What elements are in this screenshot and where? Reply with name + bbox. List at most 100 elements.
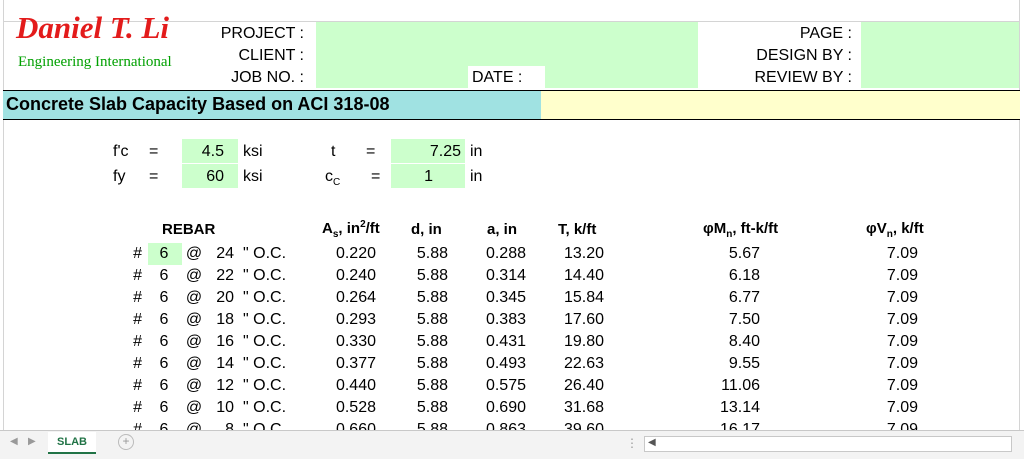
cell-a: 0.314 <box>485 267 526 284</box>
client-label: CLIENT : <box>238 47 305 64</box>
cell-at: @ <box>185 245 203 262</box>
scroll-right-icon[interactable]: ▶ <box>28 436 36 447</box>
project-client-field[interactable] <box>316 22 698 66</box>
cell-vn: 7.09 <box>886 245 918 262</box>
cell-at: @ <box>185 377 203 394</box>
cell-oc: " O.C. <box>243 399 287 416</box>
cell-spacing: 12 <box>216 377 234 394</box>
cell-at: @ <box>185 355 203 372</box>
scroll-left-icon[interactable]: ◀ <box>10 436 18 447</box>
jobno-field[interactable] <box>316 66 468 88</box>
cell-d: 5.88 <box>416 267 448 284</box>
cell-oc: " O.C. <box>243 377 287 394</box>
cell-spacing: 10 <box>216 399 234 416</box>
cell-bar: 6 <box>159 377 169 394</box>
page-label: PAGE : <box>799 25 852 42</box>
t-label: t <box>331 143 336 160</box>
fc-unit: ksi <box>243 143 263 160</box>
cell-at: @ <box>185 311 203 328</box>
fy-value: 60 <box>206 168 224 185</box>
as-header: As, in2/ft <box>322 219 380 240</box>
fy-unit: ksi <box>243 168 263 185</box>
cell-mn: 6.77 <box>728 289 760 306</box>
cc-unit: in <box>470 168 483 185</box>
splitter-icon[interactable]: ⋮ <box>626 436 638 450</box>
cell-oc: " O.C. <box>243 333 287 350</box>
cc-label: cC <box>325 168 340 188</box>
cell-as: 0.377 <box>335 355 376 372</box>
t-unit: in <box>470 143 483 160</box>
cell-vn: 7.09 <box>886 377 918 394</box>
cell-d: 5.88 <box>416 311 448 328</box>
cell-a: 0.493 <box>485 355 526 372</box>
cell-spacing: 20 <box>216 289 234 306</box>
cell-as: 0.220 <box>335 245 376 262</box>
cell-bar: 6 <box>159 267 169 284</box>
gridline <box>1019 0 1020 430</box>
page-designby-reviewby-field[interactable] <box>861 22 1019 88</box>
project-label: PROJECT : <box>220 25 304 42</box>
cell-vn: 7.09 <box>886 289 918 306</box>
cell-T: 17.60 <box>563 311 604 328</box>
vn-header: φVn, k/ft <box>866 220 924 240</box>
cell-spacing: 18 <box>216 311 234 328</box>
cell-a: 0.383 <box>485 311 526 328</box>
date-label: DATE : <box>472 69 523 86</box>
cell-bar: 6 <box>159 289 169 306</box>
cell-oc: " O.C. <box>243 289 287 306</box>
fc-label: f'c <box>113 143 129 160</box>
cell-a: 0.575 <box>485 377 526 394</box>
cell-vn: 7.09 <box>886 399 918 416</box>
scroll-left-arrow-icon[interactable]: ◀ <box>648 437 656 448</box>
cell-mn: 13.14 <box>719 399 760 416</box>
title-banner: Concrete Slab Capacity Based on ACI 318-… <box>3 90 541 120</box>
cell-as: 0.330 <box>335 333 376 350</box>
a-header: a, in <box>487 221 518 238</box>
cell-as: 0.264 <box>335 289 376 306</box>
reviewby-label: REVIEW BY : <box>754 69 852 86</box>
cell-d: 5.88 <box>416 333 448 350</box>
cell-oc: " O.C. <box>243 311 287 328</box>
fy-label: fy <box>113 168 126 185</box>
cell-mn: 8.40 <box>728 333 760 350</box>
cell-a: 0.690 <box>485 399 526 416</box>
cc-value: 1 <box>424 168 433 185</box>
designby-label: DESIGN BY : <box>756 47 852 64</box>
t-value: 7.25 <box>429 143 461 160</box>
jobno-label: JOB NO. : <box>231 69 304 86</box>
cell-d: 5.88 <box>416 289 448 306</box>
t-equals: = <box>366 143 376 160</box>
cell-bar: 6 <box>159 333 169 350</box>
cell-d: 5.88 <box>416 355 448 372</box>
date-field[interactable] <box>545 66 698 88</box>
tab-slab[interactable]: SLAB <box>48 432 96 454</box>
cell-d: 5.88 <box>416 377 448 394</box>
cell-bar: 6 <box>159 245 169 262</box>
horizontal-scrollbar[interactable]: ◀ <box>644 436 1012 452</box>
cell-T: 31.68 <box>563 399 604 416</box>
cell-hash: # <box>133 267 142 284</box>
cell-hash: # <box>133 289 142 306</box>
cell-T: 14.40 <box>563 267 604 284</box>
company-logo-subtitle: Engineering International <box>18 54 172 70</box>
company-logo-title: Daniel T. Li <box>16 10 170 45</box>
cell-bar: 6 <box>159 355 169 372</box>
cell-as: 0.440 <box>335 377 376 394</box>
cell-a: 0.288 <box>485 245 526 262</box>
sheet-title: Concrete Slab Capacity Based on ACI 318-… <box>6 94 390 114</box>
cell-oc: " O.C. <box>243 245 287 262</box>
cell-T: 22.63 <box>563 355 604 372</box>
cell-hash: # <box>133 245 142 262</box>
cell-hash: # <box>133 355 142 372</box>
cell-mn: 6.18 <box>728 267 760 284</box>
cell-spacing: 22 <box>216 267 234 284</box>
cell-mn: 11.06 <box>721 377 760 394</box>
cell-hash: # <box>133 377 142 394</box>
cell-spacing: 24 <box>216 245 234 262</box>
cell-mn: 5.67 <box>728 245 760 262</box>
rebar-header: REBAR <box>162 221 216 238</box>
cell-spacing: 16 <box>216 333 234 350</box>
fc-equals: = <box>149 143 159 160</box>
cell-vn: 7.09 <box>886 311 918 328</box>
add-sheet-icon[interactable]: + <box>118 434 134 450</box>
